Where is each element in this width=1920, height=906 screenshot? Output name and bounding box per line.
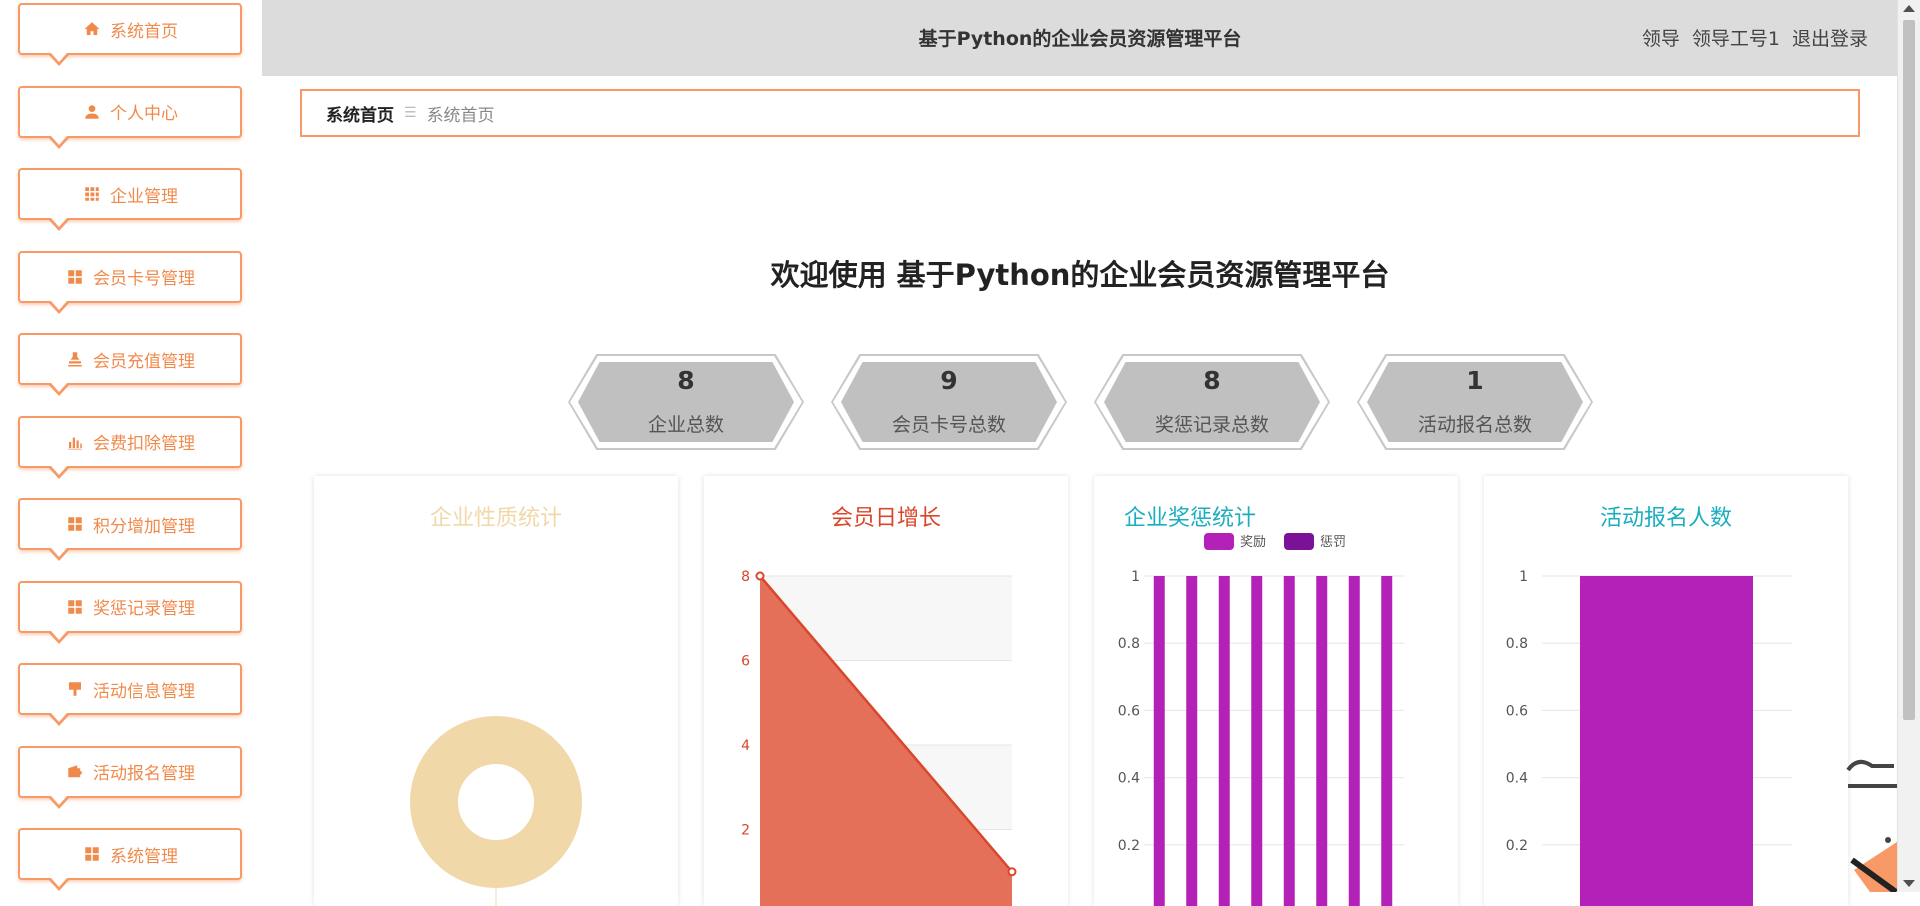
y-tick-label: 0.4 xyxy=(1118,771,1140,787)
stat-card: 9 会员卡号总数 xyxy=(831,354,1067,450)
sidebar-item-7[interactable]: 积分增加管理 xyxy=(18,498,242,561)
bar xyxy=(1283,576,1295,906)
sidebar-item-label: 活动报名管理 xyxy=(93,764,195,784)
scroll-up-icon[interactable] xyxy=(1903,5,1915,12)
bar xyxy=(1348,576,1360,906)
user-icon xyxy=(82,102,102,122)
y-tick-label: 4 xyxy=(741,738,750,754)
sidebar-item-3[interactable]: 企业管理 xyxy=(18,168,242,231)
y-tick-label: 0.2 xyxy=(1118,838,1140,854)
chart-card-reward-punish: 企业奖惩统计 0.2 0.4 0.6 0.8 1 奖励 惩罚 xyxy=(1094,476,1458,906)
bar xyxy=(1381,576,1393,906)
y-tick-label: 1 xyxy=(1131,569,1140,585)
stat-card: 1 活动报名总数 xyxy=(1357,354,1593,450)
y-tick-label: 0.6 xyxy=(1506,703,1528,719)
apps-icon xyxy=(65,514,85,534)
sidebar-item-2[interactable]: 个人中心 xyxy=(18,85,242,149)
data-point xyxy=(1007,867,1017,877)
donut-chart xyxy=(410,716,582,906)
sidebar-item-label: 会费扣除管理 xyxy=(93,434,195,454)
area-chart: 2 4 6 8 xyxy=(741,569,1017,906)
breadcrumb-separator-icon: ☰ xyxy=(404,105,417,121)
wallet-icon xyxy=(65,762,85,782)
logout-button[interactable]: 退出登录 xyxy=(1792,24,1868,51)
vertical-scrollbar[interactable] xyxy=(1897,0,1920,892)
stat-value: 9 xyxy=(940,366,958,395)
apps-icon xyxy=(65,597,85,617)
sidebar-item-10[interactable]: 活动报名管理 xyxy=(18,745,242,809)
legend-swatch xyxy=(1204,533,1234,550)
chart-card-member-growth: 会员日增长 2468 xyxy=(704,476,1068,906)
bar xyxy=(1153,576,1165,906)
bar xyxy=(1186,576,1198,906)
y-tick-label: 0.6 xyxy=(1118,703,1140,719)
bar-chart: 0.2 0.4 0.6 0.8 1 xyxy=(1506,569,1792,906)
sidebar-item-label: 活动信息管理 xyxy=(93,681,195,702)
y-tick-label: 0.2 xyxy=(1506,838,1528,854)
chart-card-activity-signup: 活动报名人数 0.2 0.4 0.6 0.8 1 xyxy=(1484,476,1848,906)
sidebar-item-label: 企业管理 xyxy=(110,186,178,207)
stat-label: 奖惩记录总数 xyxy=(1154,414,1269,436)
sidebar-item-5[interactable]: 会员充值管理 xyxy=(18,333,242,396)
breadcrumb-home-link[interactable]: 系统首页 xyxy=(326,101,394,126)
apps-icon xyxy=(65,267,85,287)
user-role: 领导 xyxy=(1641,28,1680,50)
pie-slice xyxy=(410,716,582,888)
y-tick-label: 0.4 xyxy=(1506,771,1528,787)
stat-label: 活动报名总数 xyxy=(1417,414,1532,436)
stat-value: 8 xyxy=(1203,366,1221,395)
brush-icon xyxy=(65,679,85,699)
stamp-icon xyxy=(65,349,85,369)
y-tick-label: 6 xyxy=(741,654,750,670)
home-icon xyxy=(82,19,102,39)
legend-label: 惩罚 xyxy=(1320,535,1346,550)
sidebar-item-label: 会员充值管理 xyxy=(93,351,195,372)
bar-chart-icon xyxy=(65,432,85,452)
y-tick-label: 0.8 xyxy=(1506,636,1528,652)
sidebar: 系统首页个人中心企业管理会员卡号管理 会员充值管理 会费扣除管理 积分增加管理 奖惩记录… xyxy=(0,0,262,892)
sidebar-item-label: 奖惩记录管理 xyxy=(93,599,195,619)
stat-label: 企业总数 xyxy=(647,414,724,436)
legend-label: 奖励 xyxy=(1240,535,1266,550)
sidebar-item-1[interactable]: 系统首页 xyxy=(18,3,242,66)
sidebar-item-11[interactable]: 系统管理 xyxy=(18,828,242,891)
bar xyxy=(1218,576,1230,906)
bar xyxy=(1316,576,1328,906)
data-point xyxy=(755,571,765,581)
sidebar-item-9[interactable]: 活动信息管理 xyxy=(18,663,242,726)
bar-chart: 0.2 0.4 0.6 0.8 1 奖励 惩罚 xyxy=(1118,533,1404,906)
sidebar-item-6[interactable]: 会费扣除管理 xyxy=(18,415,242,479)
bar xyxy=(1580,576,1753,906)
y-tick-label: 1 xyxy=(1519,569,1528,585)
breadcrumb-current: 系统首页 xyxy=(426,105,495,126)
grid-icon xyxy=(82,184,102,204)
y-tick-label: 2 xyxy=(741,823,750,839)
chart-card-enterprise-type: 企业性质统计 xyxy=(314,476,678,906)
stat-value: 8 xyxy=(677,366,695,395)
sidebar-item-label: 个人中心 xyxy=(110,104,178,124)
apps-icon xyxy=(82,844,102,864)
header-user-area: 领导 领导工号1 退出登录 xyxy=(1642,24,1868,51)
bar xyxy=(1251,576,1263,906)
header: 基于Python的企业会员资源管理平台 领导 领导工号1 退出登录 xyxy=(262,0,1898,76)
welcome-title: 欢迎使用 基于Python的企业会员资源管理平台 xyxy=(770,258,1390,292)
legend-swatch xyxy=(1284,533,1314,550)
sidebar-item-label: 系统首页 xyxy=(110,21,178,42)
scroll-down-icon[interactable] xyxy=(1903,880,1915,887)
y-tick-label: 0.8 xyxy=(1118,636,1140,652)
sidebar-item-label: 系统管理 xyxy=(110,846,178,867)
sidebar-item-label: 积分增加管理 xyxy=(93,516,195,537)
stat-label: 会员卡号总数 xyxy=(891,414,1006,436)
sidebar-item-4[interactable]: 会员卡号管理 xyxy=(18,250,242,314)
y-tick-label: 8 xyxy=(741,569,750,585)
user-name: 领导工号1 xyxy=(1691,28,1780,50)
breadcrumb: 系统首页 ☰ 系统首页 xyxy=(300,89,1860,137)
stat-value: 1 xyxy=(1466,366,1484,395)
sidebar-item-label: 会员卡号管理 xyxy=(93,269,195,289)
decor-corner-icon xyxy=(1846,759,1900,892)
stat-card: 8 企业总数 xyxy=(568,354,804,450)
sidebar-item-8[interactable]: 奖惩记录管理 xyxy=(18,580,242,644)
stat-card: 8 奖惩记录总数 xyxy=(1094,354,1330,450)
scrollbar-thumb[interactable] xyxy=(1903,20,1915,720)
